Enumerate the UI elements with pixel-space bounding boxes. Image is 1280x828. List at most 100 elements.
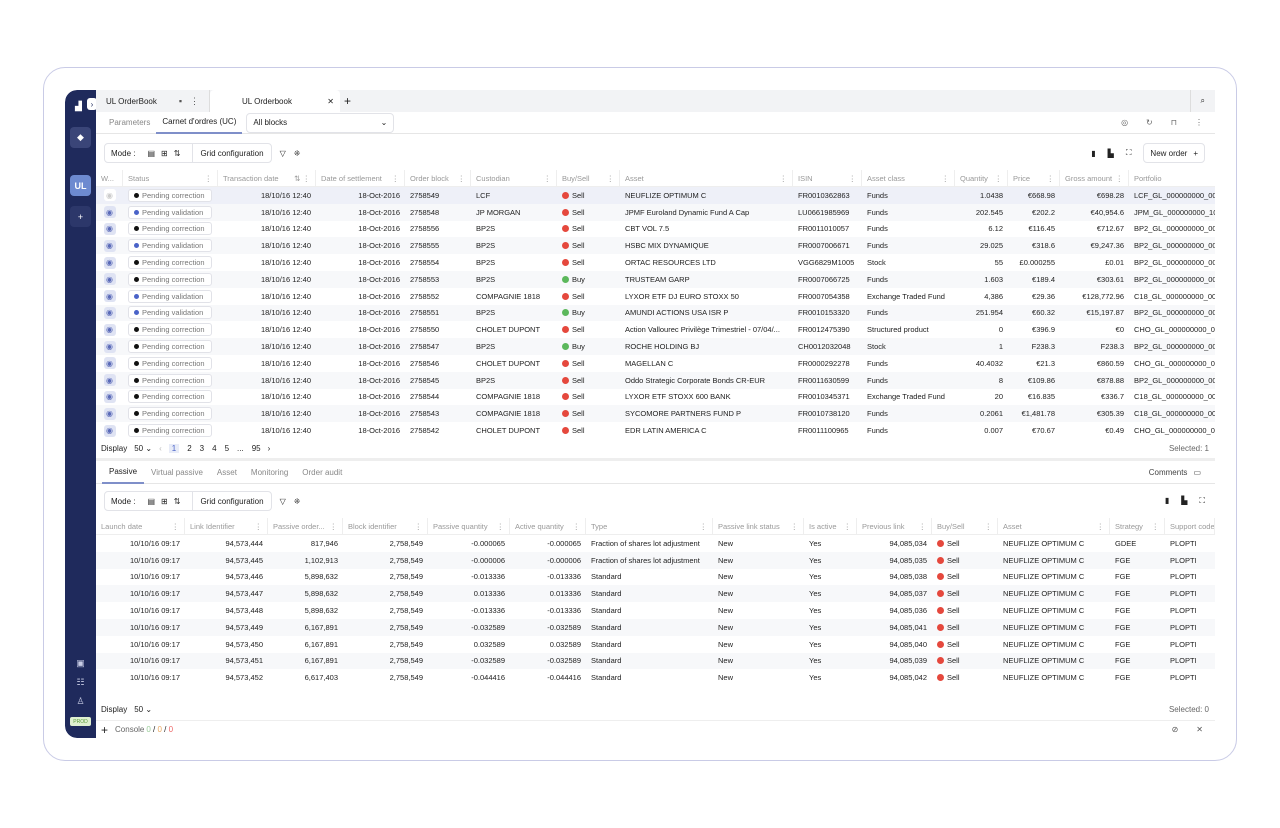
table-row[interactable]: ◉ Pending validation 18/10/16 12:40 18-Oct-… [96, 237, 1215, 255]
column-menu-icon[interactable]: ⋮ [607, 174, 615, 183]
power-icon[interactable]: ◎ [1121, 118, 1128, 127]
table-row[interactable]: ◉ Pending correction 18/10/16 12:40 18-Oct-… [96, 422, 1215, 438]
page-size-select[interactable]: 50 ⌄ [134, 705, 152, 714]
save-icon[interactable]: ▪ [179, 96, 182, 106]
more-icon[interactable]: ⋮ [190, 96, 199, 107]
more-icon[interactable]: ⋮ [1195, 118, 1203, 127]
table-row[interactable]: ◉ Pending validation 18/10/16 12:40 18-Oct-… [96, 203, 1215, 221]
column-header[interactable]: Type ⋮ [586, 518, 713, 534]
column-header[interactable]: Passive order... ⋮ [268, 518, 343, 534]
search-icon[interactable]: ⌕ [1189, 90, 1205, 112]
table-row[interactable]: ◉ Pending correction 18/10/16 12:40 18-Oct-… [96, 221, 1215, 238]
column-menu-icon[interactable]: ⋮ [497, 522, 505, 531]
tab-order-audit[interactable]: Order audit [295, 462, 349, 484]
column-menu-icon[interactable]: ⋮ [415, 522, 423, 531]
column-header[interactable]: Strategy ⋮ [1110, 518, 1165, 534]
column-header[interactable]: Order block ⋮ [405, 170, 471, 186]
page-link[interactable]: 4 [212, 444, 216, 453]
table-row[interactable]: ◉ Pending correction 18/10/16 12:40 18-Oct-… [96, 371, 1215, 389]
tab-parameters[interactable]: Parameters [96, 118, 156, 127]
column-menu-icon[interactable]: ⋮ [573, 522, 581, 531]
block-filter-select[interactable]: All blocks ⌄ [246, 112, 395, 133]
column-header[interactable]: Passive link status ⋮ [713, 518, 804, 534]
column-header[interactable]: Link Identifier ⋮ [185, 518, 268, 534]
ul-badge[interactable]: UL [70, 175, 91, 196]
eye-icon[interactable]: ◉ [103, 290, 116, 303]
eye-icon[interactable]: ◉ [103, 273, 116, 286]
eye-icon[interactable]: ◉ [103, 340, 116, 353]
column-menu-icon[interactable]: ⋮ [1152, 522, 1160, 531]
table-row[interactable]: ◉ Pending correction 18/10/16 12:40 18-Oct-… [96, 338, 1215, 355]
table-row[interactable]: ◉ Pending correction 18/10/16 12:40 18-Oct-… [96, 405, 1215, 423]
mode-split-icon[interactable]: ⇅ [174, 149, 187, 158]
prev-page-icon[interactable]: ‹ [159, 444, 162, 453]
column-header[interactable]: Custodian ⋮ [471, 170, 557, 186]
table-row[interactable]: 10/10/16 09:17 94,573,446 5,898,632 2,758,5… [96, 569, 1215, 586]
column-menu-icon[interactable]: ⋮ [985, 522, 993, 531]
fullscreen-icon[interactable]: ⛶ [1199, 496, 1205, 506]
tab-ul-orderbook-2[interactable]: UL Orderbook ✕ [210, 90, 340, 112]
table-row[interactable]: ◉ Pending correction 18/10/16 12:40 18-Oct-… [96, 270, 1215, 288]
column-menu-icon[interactable]: ⋮ [791, 522, 799, 531]
page-1-current[interactable]: 1 [168, 443, 180, 453]
column-menu-icon[interactable]: ⋮ [1097, 522, 1105, 531]
column-menu-icon[interactable]: ⋮ [255, 522, 263, 531]
column-menu-icon[interactable]: ⋮ [458, 174, 466, 183]
table-row[interactable]: ◉ Pending correction 18/10/16 12:40 18-Oct-… [96, 321, 1215, 338]
column-header[interactable]: Asset ⋮ [620, 170, 793, 186]
eye-icon[interactable]: ◉ [103, 222, 116, 235]
screen-icon[interactable]: ▣ [70, 653, 91, 674]
mode-table-icon[interactable]: ▤ [147, 497, 155, 506]
table-row[interactable]: ◉ Pending validation 18/10/16 12:40 18-Oct-… [96, 304, 1215, 322]
refresh-icon[interactable]: ↻ [1146, 118, 1153, 127]
column-menu-icon[interactable]: ⋮ [205, 174, 213, 183]
column-header[interactable]: Asset class ⋮ [862, 170, 955, 186]
column-menu-icon[interactable]: ⇅ ⋮ [294, 174, 310, 183]
page-link[interactable]: 2 [187, 444, 191, 453]
eye-icon[interactable]: ◉ [103, 357, 116, 370]
column-menu-icon[interactable]: ⋮ [995, 174, 1003, 183]
add-tab-button[interactable]: + [344, 90, 351, 112]
column-menu-icon[interactable]: ⋮ [919, 522, 927, 531]
column-header[interactable]: Gross amount ⋮ [1060, 170, 1129, 186]
table-row[interactable]: ◉ Pending correction 18/10/16 12:40 18-Oct-… [96, 355, 1215, 372]
tab-virtual-passive[interactable]: Virtual passive [144, 462, 210, 484]
table-row[interactable]: ◉ Pending correction 18/10/16 12:40 18-Oct-… [96, 389, 1215, 406]
clear-icon[interactable]: ⊘ [1172, 725, 1179, 734]
mode-split-icon[interactable]: ⇅ [174, 497, 187, 506]
comments-button[interactable]: Comments ▭ [1149, 468, 1201, 477]
column-menu-icon[interactable]: ⋮ [172, 522, 180, 531]
eye-icon[interactable]: ◉ [103, 239, 116, 252]
eye-icon[interactable]: ◉ [103, 390, 116, 403]
column-header[interactable]: Asset ⋮ [998, 518, 1110, 534]
grid-configuration-button[interactable]: Grid configuration [192, 144, 270, 162]
column-menu-icon[interactable]: ⋮ [392, 174, 400, 183]
table-row[interactable]: 10/10/16 09:17 94,573,450 6,167,891 2,758,5… [96, 636, 1215, 653]
export-icon[interactable]: ▮ [1091, 149, 1095, 158]
column-menu-icon[interactable]: ⋮ [1116, 174, 1124, 183]
column-header[interactable]: Date of settlement ⋮ [316, 170, 405, 186]
grid-configuration-button[interactable]: Grid configuration [192, 492, 270, 510]
column-header[interactable]: W... [96, 170, 123, 186]
close-icon[interactable]: ✕ [327, 97, 334, 106]
bookmark-icon[interactable]: ⊓ [1171, 118, 1177, 127]
filter-icon[interactable]: ▽ [280, 497, 286, 506]
column-menu-icon[interactable]: ⋮ [700, 522, 708, 531]
table-row[interactable]: 10/10/16 09:17 94,573,451 6,167,891 2,758,5… [96, 652, 1215, 670]
column-header[interactable]: Is active ⋮ [804, 518, 857, 534]
column-header[interactable]: Block identifier ⋮ [343, 518, 428, 534]
eye-icon[interactable]: ◉ [103, 206, 116, 219]
table-row[interactable]: 10/10/16 09:17 94,573,444 817,946 2,758,549… [96, 535, 1215, 552]
columns-icon[interactable]: ⁜ [294, 497, 301, 506]
column-menu-icon[interactable]: ⋮ [849, 174, 857, 183]
column-header[interactable]: Buy/Sell ⋮ [932, 518, 998, 534]
mode-table-icon[interactable]: ▤ [147, 149, 155, 158]
column-header[interactable]: Quantity ⋮ [955, 170, 1008, 186]
eye-icon[interactable]: ◉ [103, 424, 116, 437]
column-header[interactable]: Status ⋮ [123, 170, 218, 186]
column-menu-icon[interactable]: ⋮ [844, 522, 852, 531]
tab-carnet[interactable]: Carnet d'ordres (UC) [156, 112, 243, 134]
column-menu-icon[interactable]: ⋮ [330, 522, 338, 531]
columns-icon[interactable]: ⁜ [294, 149, 301, 158]
column-header[interactable]: Launch date ⋮ [96, 518, 185, 534]
